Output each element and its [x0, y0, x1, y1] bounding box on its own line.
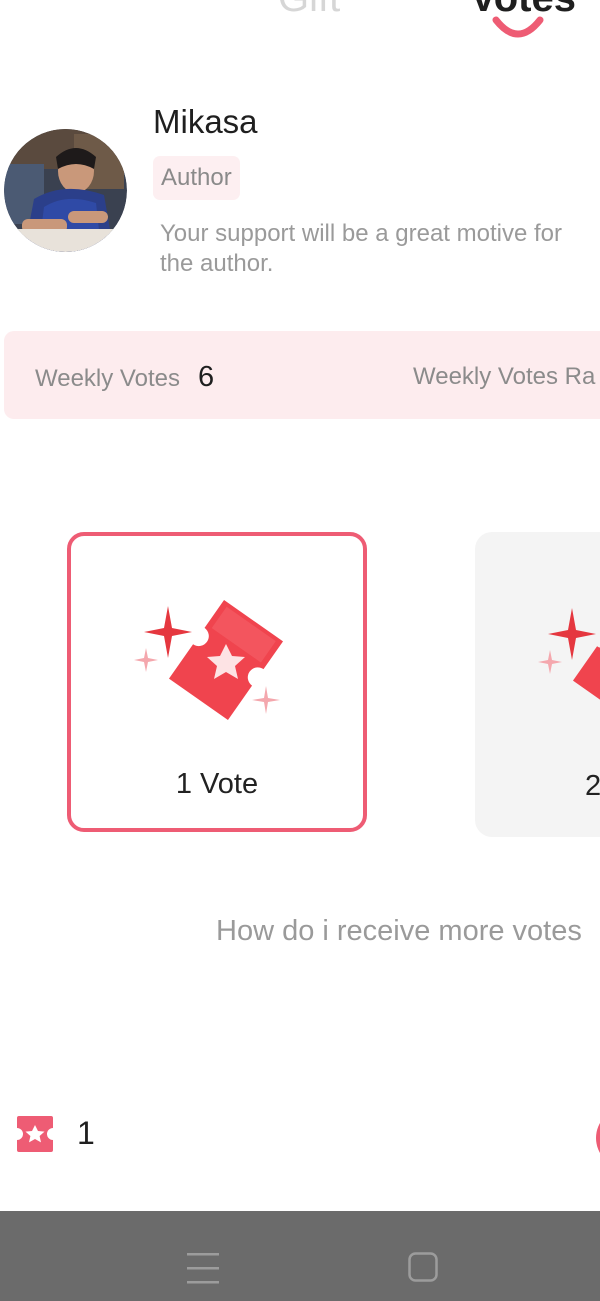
active-tab-indicator [492, 16, 544, 38]
author-badge: Author [153, 156, 240, 200]
weekly-votes-ranking-link[interactable]: Weekly Votes Ra [413, 363, 595, 391]
vote-ticket-balance: 1 [77, 1115, 95, 1151]
weekly-votes-label: Weekly Votes [35, 365, 180, 392]
weekly-votes-count: 6 [198, 361, 215, 393]
sparkle-icon [252, 686, 280, 714]
vote-option-label: 2 [585, 770, 600, 802]
weekly-votes-bar: Weekly Votes 6 Weekly Votes Ra [4, 331, 600, 419]
vote-ticket-icon [134, 600, 284, 720]
tab-gift[interactable]: Gift [278, 0, 340, 18]
sparkle-icon [538, 650, 562, 674]
sparkle-icon [144, 606, 192, 658]
send-vote-button[interactable] [596, 1108, 600, 1168]
recent-apps-icon[interactable] [187, 1251, 219, 1285]
vote-ticket-balance-icon [17, 1116, 53, 1152]
vote-option-1[interactable]: 1 Vote [67, 532, 367, 832]
votes-screen: Gift Votes Mikasa Author [0, 0, 600, 1301]
system-nav-bar [0, 1211, 600, 1301]
vote-option-label: 1 Vote [175, 768, 259, 800]
home-icon[interactable] [408, 1252, 438, 1282]
vote-ticket-icon [538, 602, 600, 722]
author-support-text: Your support will be a great motive for … [160, 220, 562, 277]
avatar-photo [4, 129, 127, 252]
author-name: Mikasa [153, 103, 258, 140]
sparkle-icon [548, 608, 596, 660]
how-to-get-votes-link[interactable]: How do i receive more votes [216, 915, 582, 948]
sparkle-icon [134, 648, 158, 672]
vote-option-2[interactable]: 2 [475, 532, 600, 837]
author-avatar[interactable] [4, 129, 127, 252]
